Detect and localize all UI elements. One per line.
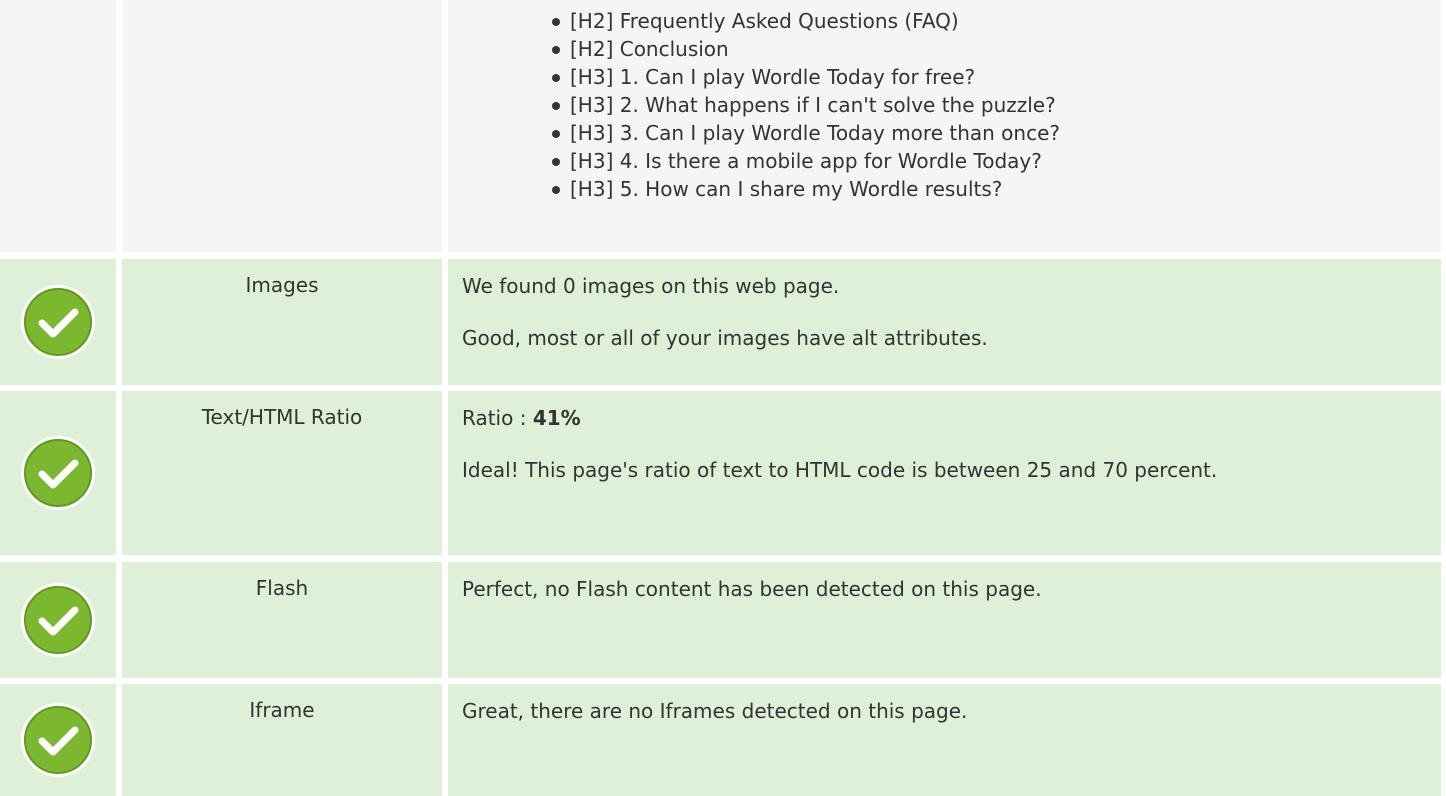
iframe-row: Iframe Great, there are no Iframes detec… — [0, 684, 1446, 796]
images-label: Images — [122, 259, 442, 385]
heading-item: [H2] Frequently Asked Questions (FAQ) — [550, 7, 1427, 35]
heading-item: [H2] Conclusion — [550, 35, 1427, 63]
ratio-value: 41% — [532, 406, 581, 430]
images-count-text: We found 0 images on this web page. — [462, 274, 840, 298]
flash-label: Flash — [122, 562, 442, 678]
ratio-content: Ratio : 41% Ideal! This page's ratio of … — [448, 391, 1441, 555]
flash-status-cell — [0, 562, 116, 678]
headings-list: [H2] Frequently Asked Questions (FAQ) [H… — [462, 7, 1427, 203]
check-circle-icon — [21, 285, 95, 359]
headings-label-cell — [122, 0, 442, 252]
headings-content-cell: [H2] Frequently Asked Questions (FAQ) [H… — [448, 0, 1441, 252]
iframe-status-cell — [0, 684, 116, 796]
ratio-description: Ideal! This page's ratio of text to HTML… — [462, 458, 1218, 482]
heading-item: [H3] 5. How can I share my Wordle result… — [550, 175, 1427, 203]
iframe-text: Great, there are no Iframes detected on … — [462, 699, 968, 723]
ratio-label: Text/HTML Ratio — [122, 391, 442, 555]
flash-content: Perfect, no Flash content has been detec… — [448, 562, 1441, 678]
check-circle-icon — [21, 583, 95, 657]
images-status-cell — [0, 259, 116, 385]
iframe-content: Great, there are no Iframes detected on … — [448, 684, 1441, 796]
heading-item: [H3] 1. Can I play Wordle Today for free… — [550, 63, 1427, 91]
check-circle-icon — [21, 703, 95, 777]
heading-item: [H3] 3. Can I play Wordle Today more tha… — [550, 119, 1427, 147]
iframe-label: Iframe — [122, 684, 442, 796]
ratio-value-line: Ratio : 41% — [462, 405, 1427, 431]
ratio-row: Text/HTML Ratio Ratio : 41% Ideal! This … — [0, 391, 1446, 555]
images-content: We found 0 images on this web page. Good… — [448, 259, 1441, 385]
headings-icon-cell — [0, 0, 116, 252]
headings-row: [H2] Frequently Asked Questions (FAQ) [H… — [0, 0, 1446, 252]
heading-item: [H3] 4. Is there a mobile app for Wordle… — [550, 147, 1427, 175]
heading-item: [H3] 2. What happens if I can't solve th… — [550, 91, 1427, 119]
images-alt-text: Good, most or all of your images have al… — [462, 326, 988, 350]
ratio-status-cell — [0, 391, 116, 555]
flash-text: Perfect, no Flash content has been detec… — [462, 577, 1042, 601]
ratio-prefix: Ratio : — [462, 406, 533, 430]
check-circle-icon — [21, 436, 95, 510]
images-row: Images We found 0 images on this web pag… — [0, 259, 1446, 385]
flash-row: Flash Perfect, no Flash content has been… — [0, 562, 1446, 678]
